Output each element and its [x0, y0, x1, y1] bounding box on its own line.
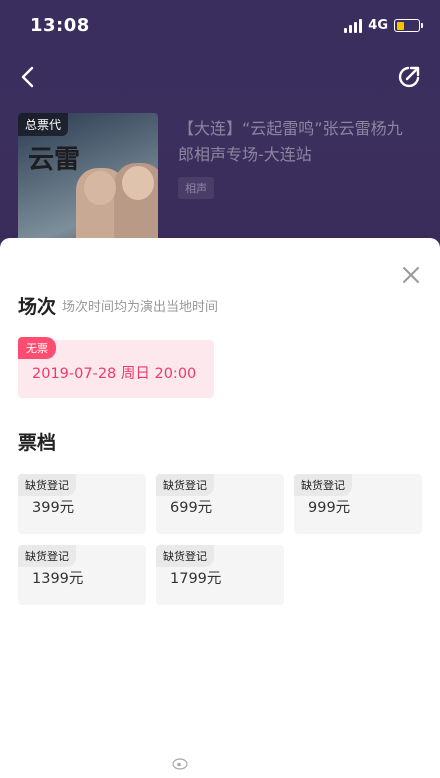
event-title: 【大连】“云起雷鸣”张云雷杨九郎相声专场-大连站: [178, 119, 403, 164]
ticket-option[interactable]: 缺货登记 999元: [294, 474, 422, 534]
session-datetime: 2019-07-28 周日 20:00: [32, 366, 197, 382]
ticket-option[interactable]: 缺货登记 1799元: [156, 545, 284, 605]
ticket-section-title: 票档: [18, 432, 57, 454]
category-tag: 相声: [178, 177, 214, 199]
ticket-price: 399元: [32, 500, 75, 516]
poster-tag: 总票代: [18, 113, 69, 136]
waitlist-badge: 缺货登记: [156, 474, 214, 496]
ticket-option[interactable]: 缺货登记 399元: [18, 474, 146, 534]
selection-sheet: 场次 场次时间均为演出当地时间 无票 2019-07-28 周日 20:00 票…: [0, 238, 440, 778]
ticket-option[interactable]: 缺货登记 699元: [156, 474, 284, 534]
watermark: [172, 756, 190, 770]
ticket-price: 1799元: [170, 571, 222, 587]
ticket-price: 999元: [308, 500, 351, 516]
chevron-left-icon: [21, 66, 34, 88]
session-section-title: 场次: [18, 296, 57, 318]
status-indicators: 4G: [344, 18, 423, 33]
signal-icon: [344, 18, 363, 33]
session-note: 场次时间均为演出当地时间: [62, 300, 219, 315]
waitlist-badge: 缺货登记: [18, 545, 76, 567]
ticket-option[interactable]: 缺货登记 1399元: [18, 545, 146, 605]
status-bar: 13:08 4G: [0, 0, 440, 52]
close-button[interactable]: [398, 262, 424, 288]
waitlist-badge: 缺货登记: [294, 474, 352, 496]
status-time: 13:08: [30, 15, 90, 36]
session-option[interactable]: 无票 2019-07-28 周日 20:00: [18, 337, 214, 398]
waitlist-badge: 缺货登记: [18, 474, 76, 496]
event-poster: 云雷 总票代: [18, 113, 158, 253]
weibo-icon: [172, 758, 188, 770]
close-icon: [403, 267, 419, 283]
share-icon: [398, 66, 420, 88]
back-button[interactable]: [14, 62, 44, 92]
ticket-price: 699元: [170, 500, 213, 516]
waitlist-badge: 缺货登记: [156, 545, 214, 567]
network-type: 4G: [368, 18, 388, 33]
ticket-price: 1399元: [32, 571, 84, 587]
battery-icon: [394, 19, 423, 32]
share-button[interactable]: [394, 62, 424, 92]
sold-out-badge: 无票: [18, 337, 56, 359]
poster-title: 云雷: [28, 145, 81, 175]
